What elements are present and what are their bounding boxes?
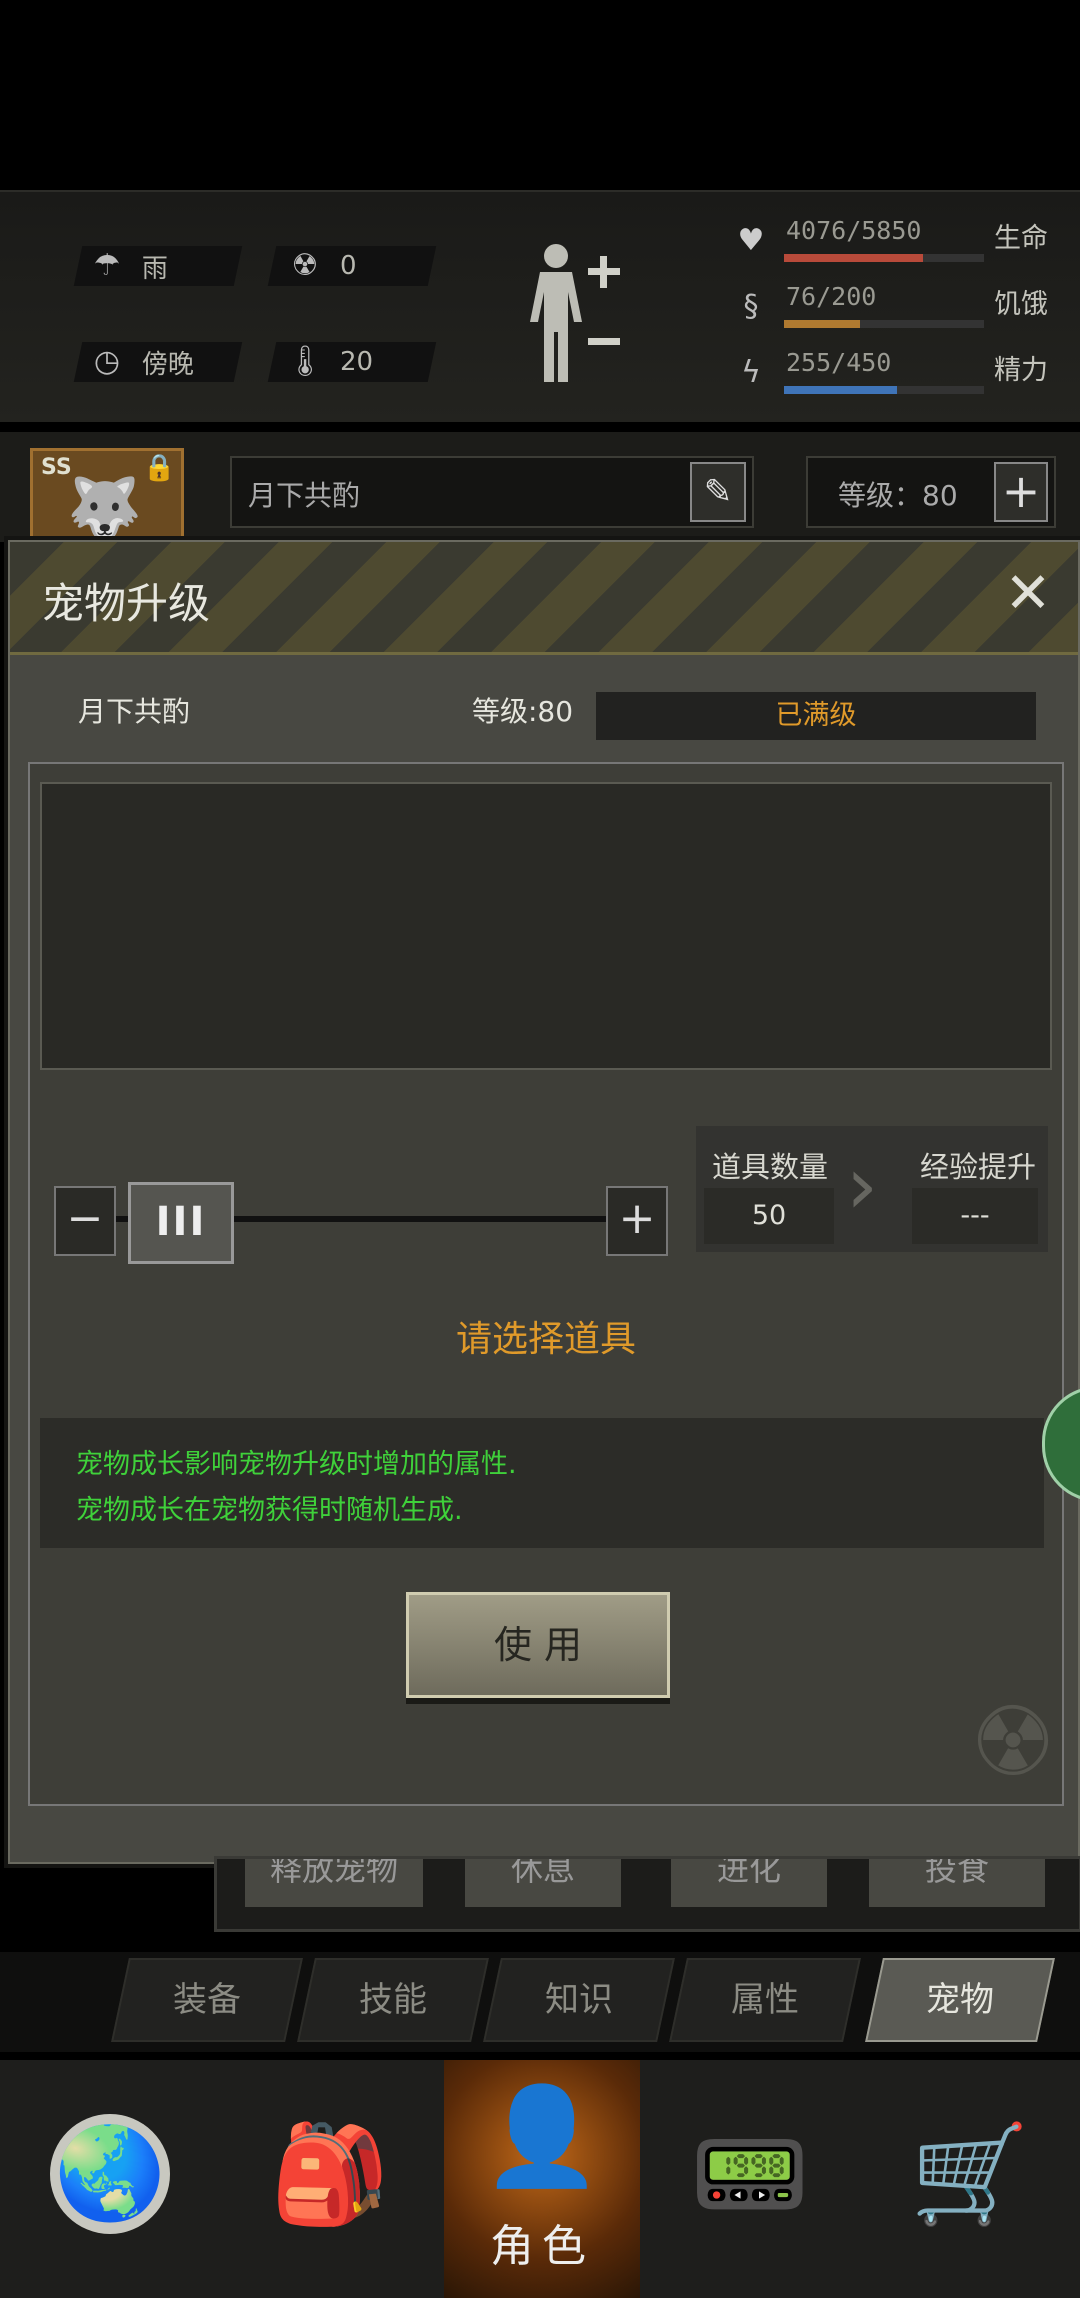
rain-cloud-icon: ☂ [93,248,121,283]
select-item-prompt: 请选择道具 [455,1319,636,1360]
tab-skills[interactable]: 技能 [297,1958,489,2042]
tab-bar: 装备 技能 知识 属性 宠物 [0,1952,1080,2052]
item-selection-area[interactable] [40,782,1052,1070]
hunger-value: 76/200 [786,282,877,311]
temperature-indicator: 🌡 20 [267,342,437,382]
increase-button[interactable]: + [606,1186,668,1256]
quantity-slider-handle[interactable]: III [128,1182,234,1264]
chevron-right-icon: › [846,1139,878,1232]
info-line: 宠物成长影响宠物升级时增加的属性. [76,1449,517,1480]
weather-label: 雨 [142,253,169,284]
cart-icon: 🛒 [910,2118,1030,2230]
pet-name-value: 月下共酌 [248,479,361,512]
max-level-badge: 已满级 [596,692,1036,740]
stomach-icon: § [743,289,759,324]
item-count-value: 50 [704,1188,834,1244]
release-pet-button[interactable]: 释放宠物 [245,1859,423,1907]
backpack-icon: 🎒 [270,2118,390,2230]
pet-upgrade-dialog: 宠物升级 ✕ 月下共酌 等级:80 已满级 − III + 道具数量 50 › … [8,540,1080,1864]
pet-name: 月下共酌 [78,695,191,728]
dialog-header: 宠物升级 ✕ [10,542,1078,655]
radio-icon: 📟 [690,2118,810,2230]
exp-gain-value: --- [912,1188,1038,1244]
pet-level-value: 等级：80 [838,479,958,512]
nav-radio[interactable]: 📟 [650,2060,850,2298]
pet-strip: SS 🔒 🐺 月下共酌 ✎ 等级：80 + [0,432,1080,548]
rest-button[interactable]: 休息 [465,1859,621,1907]
evolve-button[interactable]: 进化 [671,1859,827,1907]
nav-backpack[interactable]: 🎒 [220,2060,440,2298]
weather-indicator: ☂ 雨 [73,246,243,286]
energy-icon: ϟ [741,355,761,390]
info-line: 宠物成长在宠物获得时随机生成. [76,1495,463,1526]
body-status-figure[interactable] [520,238,630,388]
tab-equipment[interactable]: 装备 [111,1958,303,2042]
pet-level: 等级:80 [472,695,574,728]
lock-icon[interactable]: 🔒 [143,453,175,483]
feed-button[interactable]: 投食 [869,1859,1045,1907]
thermometer-icon: 🌡 [286,344,325,379]
temperature-value: 20 [340,347,374,377]
close-icon[interactable]: ✕ [998,564,1058,624]
radiation-indicator: ☢ 0 [267,246,437,286]
wolf-pet-icon: 🐺 [67,474,142,544]
tab-label: 宠物 [926,1980,994,2020]
plus-icon[interactable]: + [994,462,1048,522]
use-button[interactable]: 使 用 [406,1592,670,1698]
hunger-bar [784,320,860,328]
energy-label: 精力 [994,355,1048,386]
tab-knowledge[interactable]: 知识 [483,1958,675,2042]
health-value: 4076/5850 [786,216,922,245]
energy-value: 255/450 [786,348,892,377]
character-head-icon: 👤 [482,2080,602,2192]
tab-label: 技能 [359,1980,427,2020]
radiation-icon: ☢ [291,248,319,283]
time-indicator: ◷ 傍晚 [73,342,243,382]
nav-world[interactable]: 🌏 [0,2060,220,2298]
nav-shop[interactable]: 🛒 [860,2060,1080,2298]
tab-label: 知识 [545,1980,613,2020]
radiation-value: 0 [340,251,357,281]
upgrade-content: − III + 道具数量 50 › 经验提升 --- 请选择道具 宠物成长影响宠… [28,762,1064,1806]
time-label: 傍晚 [142,349,195,380]
decrease-button[interactable]: − [54,1186,116,1256]
edit-name-icon[interactable]: ✎ [690,462,746,522]
pet-avatar[interactable]: SS 🔒 🐺 [30,448,184,548]
globe-icon: 🌏 [50,2114,170,2234]
growth-info-box: 宠物成长影响宠物升级时增加的属性. 宠物成长在宠物获得时随机生成. [40,1418,1044,1548]
heart-icon: ♥ [737,223,765,258]
health-bar [784,254,924,262]
radiation-watermark-icon: ☢ [969,1686,1056,1798]
tab-attributes[interactable]: 属性 [669,1958,861,2042]
tab-label: 属性 [731,1980,799,2020]
tab-label: 装备 [173,1980,241,2020]
nav-character[interactable]: 👤 角色 [444,2060,640,2298]
status-header: ☂ 雨 ☢ 0 ◷ 傍晚 🌡 20 ♥ 4076/5850 生命 § 76/20… [0,190,1080,422]
upgrade-info-panel: 道具数量 50 › 经验提升 --- [696,1126,1048,1252]
exp-gain-label: 经验提升 [920,1150,1037,1184]
item-count-label: 道具数量 [712,1150,829,1184]
clock-icon: ◷ [93,344,121,379]
health-label: 生命 [994,223,1048,254]
pet-action-bar: 释放宠物 休息 进化 投食 [214,1856,1080,1932]
hunger-label: 饥饿 [994,289,1048,320]
nav-character-label: 角色 [490,2221,594,2272]
tab-pets[interactable]: 宠物 [865,1958,1055,2042]
energy-bar [784,386,898,394]
dialog-title: 宠物升级 [42,579,211,628]
vitals-panel: ♥ 4076/5850 生命 § 76/200 饥饿 ϟ 255/450 精力 [720,216,1070,414]
pet-level-field: 等级：80 + [806,456,1056,528]
pet-name-field[interactable]: 月下共酌 ✎ [230,456,754,528]
bottom-nav: 🌏 🎒 👤 角色 📟 🛒 [0,2060,1080,2298]
